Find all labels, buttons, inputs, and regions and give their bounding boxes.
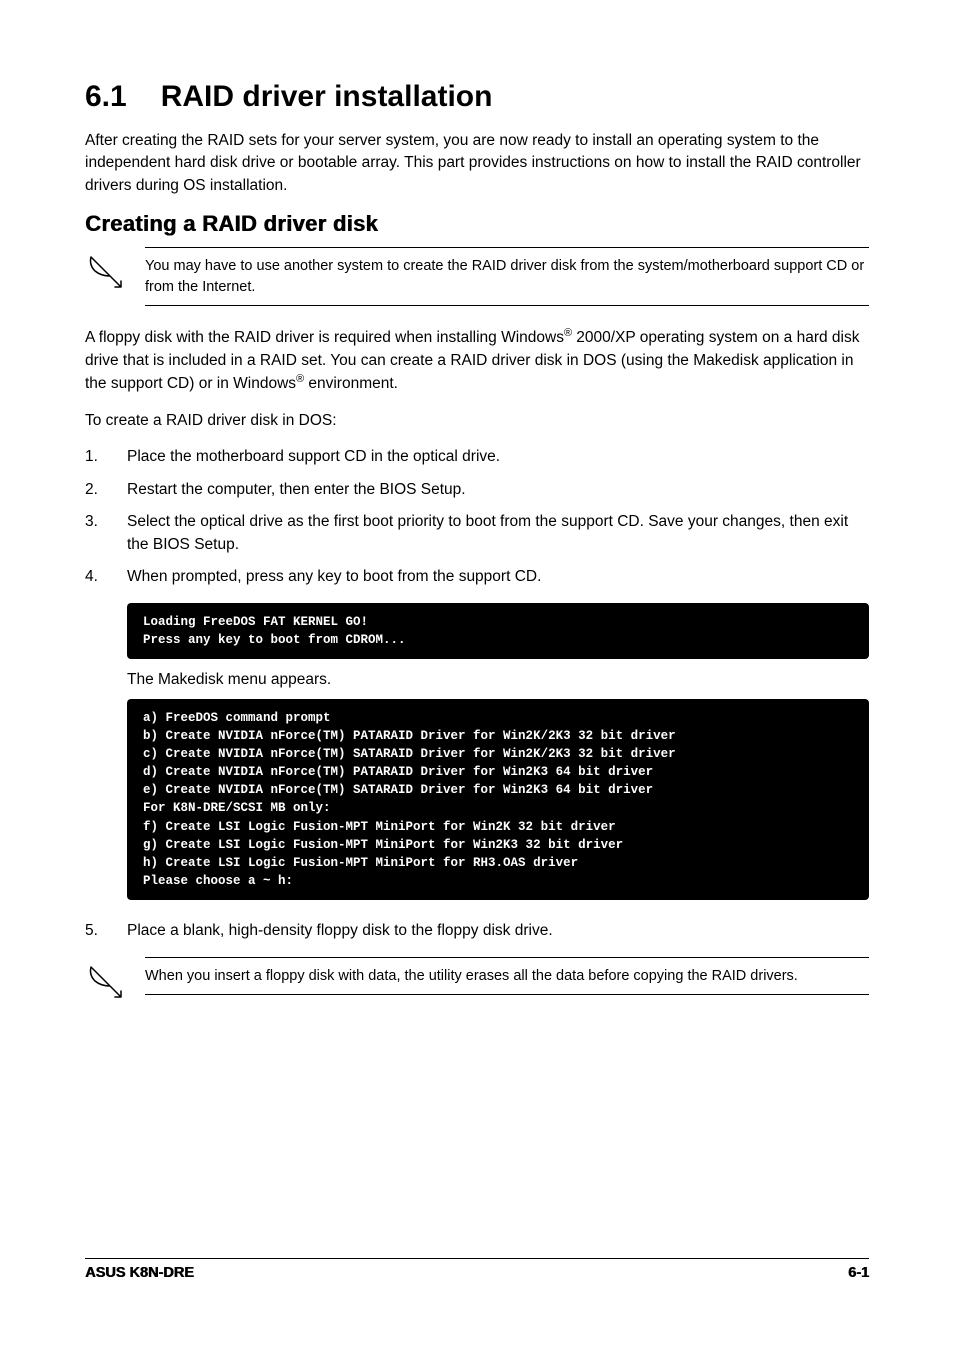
note-block-1: You may have to use another system to cr… [85, 247, 869, 306]
list-item: 4.When prompted, press any key to boot f… [85, 566, 869, 588]
step-number: 3. [85, 511, 127, 556]
para1-a: A floppy disk with the RAID driver is re… [85, 329, 564, 346]
heading-title: RAID driver installation [161, 80, 493, 113]
para1-c: environment. [304, 375, 398, 392]
step-number: 1. [85, 446, 127, 468]
note-text-wrap: When you insert a floppy disk with data,… [145, 957, 869, 995]
step-text: Place the motherboard support CD in the … [127, 446, 500, 468]
list-item: 5.Place a blank, high-density floppy dis… [85, 920, 869, 942]
paragraph-1: A floppy disk with the RAID driver is re… [85, 326, 869, 396]
terminal-output-2: a) FreeDOS command prompt b) Create NVID… [127, 699, 869, 900]
reg-mark-1: ® [564, 327, 572, 339]
step-text: When prompted, press any key to boot fro… [127, 566, 541, 588]
footer-left: ASUS K8N-DRE [85, 1265, 194, 1281]
reg-mark-2: ® [296, 373, 304, 385]
list-item: 2.Restart the computer, then enter the B… [85, 479, 869, 501]
step-number: 4. [85, 566, 127, 588]
step-text: Place a blank, high-density floppy disk … [127, 920, 553, 942]
note-icon [85, 963, 127, 1005]
page-footer: ASUS K8N-DRE 6-1 [85, 1258, 869, 1281]
note-text-2: When you insert a floppy disk with data,… [145, 966, 869, 986]
steps-list-cont: 5.Place a blank, high-density floppy dis… [85, 920, 869, 942]
note-text-wrap: You may have to use another system to cr… [145, 247, 869, 306]
note-block-2: When you insert a floppy disk with data,… [85, 957, 869, 1005]
intro-paragraph: After creating the RAID sets for your se… [85, 130, 869, 197]
terminal-output-1: Loading FreeDOS FAT KERNEL GO! Press any… [127, 603, 869, 659]
sub-paragraph: The Makedisk menu appears. [127, 671, 869, 689]
step-number: 5. [85, 920, 127, 942]
footer-right: 6-1 [848, 1265, 869, 1281]
steps-list: 1.Place the motherboard support CD in th… [85, 446, 869, 588]
step-number: 2. [85, 479, 127, 501]
page-heading: 6.1 RAID driver installation [85, 80, 869, 114]
section-heading: Creating a RAID driver disk [85, 211, 869, 237]
paragraph-2: To create a RAID driver disk in DOS: [85, 410, 869, 432]
note-text-1: You may have to use another system to cr… [145, 256, 869, 297]
note-icon [85, 253, 127, 295]
list-item: 3.Select the optical drive as the first … [85, 511, 869, 556]
list-item: 1.Place the motherboard support CD in th… [85, 446, 869, 468]
step-text: Restart the computer, then enter the BIO… [127, 479, 466, 501]
step-text: Select the optical drive as the first bo… [127, 511, 869, 556]
heading-number: 6.1 [85, 80, 127, 114]
